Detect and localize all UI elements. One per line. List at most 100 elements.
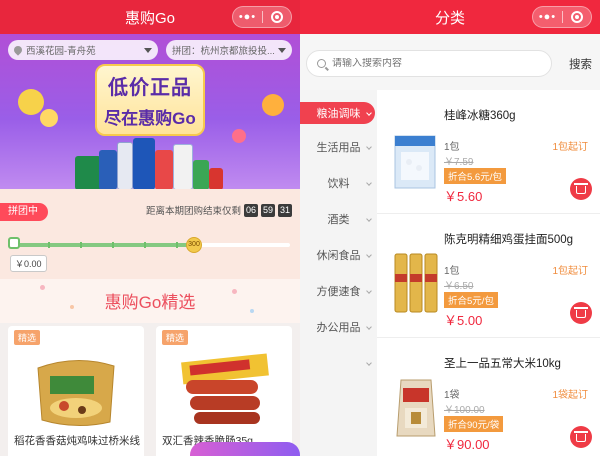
featured-tag: 精选: [162, 330, 189, 345]
group-selector[interactable]: 拼团：杭州京都旅投投...: [166, 40, 292, 60]
category-label: 办公用品: [316, 322, 361, 334]
home-screen: 惠购Go •●• 西溪花园-青舟苑 拼团：杭州京都旅投投... 低价正品 尽在惠…: [0, 0, 300, 456]
category-item[interactable]: 酒类: [300, 202, 377, 236]
discount-tag: 折合90元/袋: [444, 416, 504, 432]
category-sidebar: 粮油调味 生活用品 饮料 酒类 休闲食品 方便速食 办公用品: [300, 90, 377, 456]
category-titlebar: 分类 •●•: [300, 0, 600, 34]
category-label: 方便速食: [316, 286, 361, 298]
cart-icon: [574, 307, 588, 318]
chevron-down-icon: [366, 360, 372, 366]
search-button[interactable]: 搜索: [569, 56, 592, 72]
category-label: 生活用品: [316, 142, 361, 154]
miniprogram-capsule: •●•: [232, 6, 292, 28]
countdown: 距离本期团购结束仅剩 06 59 31: [146, 203, 292, 217]
group-buy-status: 拼团中 距离本期团购结束仅剩 06 59 31 300 ￥0.00: [0, 189, 300, 279]
app-root: 惠购Go •●• 西溪花园-青舟苑 拼团：杭州京都旅投投... 低价正品 尽在惠…: [0, 0, 600, 456]
discount-tag: 折合5元/包: [444, 292, 498, 308]
add-to-cart-button[interactable]: [570, 426, 592, 448]
category-item[interactable]: 方便速食: [300, 274, 377, 308]
balloon-decoration: [232, 129, 246, 143]
product-list: 桂峰冰糖360g 1包 1包起订 ￥7.59 折合5.6元/包 ￥5.60 陈克…: [377, 90, 600, 456]
featured-header: 惠购Go精选: [0, 279, 300, 323]
miniprogram-capsule: •●•: [532, 6, 592, 28]
current-amount: ￥0.00: [10, 255, 47, 272]
more-icon[interactable]: •●•: [533, 11, 562, 23]
banner-products-image: [75, 130, 225, 189]
category-item[interactable]: 休闲食品: [300, 238, 377, 272]
category-item[interactable]: [300, 346, 377, 380]
category-label: 饮料: [327, 178, 350, 190]
product-name: 桂峰冰糖360g: [444, 110, 516, 122]
section-title: 惠购Go精选: [104, 293, 196, 312]
current-price: ￥5.00: [444, 313, 483, 328]
chevron-down-icon: [366, 288, 372, 294]
search-input[interactable]: [332, 58, 532, 69]
product-card[interactable]: 精选 双汇香辣香脆肠35g: [156, 326, 292, 456]
page-title: 分类: [434, 9, 465, 27]
progress-target-marker: 300: [186, 237, 202, 253]
floating-action-button[interactable]: [190, 442, 300, 456]
current-price: ￥90.00: [444, 437, 490, 452]
category-item[interactable]: 生活用品: [300, 130, 377, 164]
chevron-down-icon: [144, 47, 152, 53]
product-item[interactable]: 陈克明精细鸡蛋挂面500g 1包 1包起订 ￥6.50 折合5元/包 ￥5.00: [377, 214, 600, 338]
category-item[interactable]: 办公用品: [300, 310, 377, 344]
sausage-pack-image: [168, 350, 280, 432]
promo-banner[interactable]: 西溪花园-青舟苑 拼团：杭州京都旅投投... 低价正品 尽在惠购Go: [0, 34, 300, 189]
category-label: 粮油调味: [316, 108, 361, 120]
add-to-cart-button[interactable]: [570, 302, 592, 324]
chevron-down-icon: [366, 180, 372, 186]
close-target-icon[interactable]: [563, 11, 591, 23]
group-progress-bar: [12, 242, 290, 248]
cart-icon: [574, 431, 588, 442]
search-bar: 搜索: [300, 34, 600, 90]
search-field[interactable]: [306, 50, 552, 77]
countdown-hours: 06: [243, 203, 258, 217]
original-price: ￥100.00: [444, 405, 485, 416]
product-unit: 1袋: [444, 390, 460, 401]
chevron-down-icon: [366, 216, 372, 222]
countdown-minutes: 59: [260, 203, 275, 217]
sugar-bag-image: [391, 122, 441, 192]
original-price: ￥7.59: [444, 157, 474, 168]
category-item[interactable]: 饮料: [300, 166, 377, 200]
search-icon: [317, 59, 326, 68]
featured-tag: 精选: [14, 330, 41, 345]
category-label: 酒类: [327, 214, 350, 226]
close-target-icon[interactable]: [263, 11, 291, 23]
chevron-down-icon: [366, 324, 372, 330]
current-price: ￥5.60: [444, 189, 483, 204]
status-badge: 拼团中: [0, 203, 48, 221]
progress-start-marker: [8, 237, 20, 249]
noodle-packs-image: [391, 246, 441, 316]
add-to-cart-button[interactable]: [570, 178, 592, 200]
chevron-down-icon: [366, 144, 372, 150]
discount-tag: 折合5.6元/包: [444, 168, 506, 184]
page-title: 惠购Go: [124, 9, 175, 27]
group-progress-fill: [12, 243, 192, 247]
balloon-decoration: [262, 94, 284, 116]
countdown-seconds: 31: [277, 203, 292, 217]
location-text: 西溪花园-青舟苑: [26, 46, 96, 57]
balloon-decoration: [40, 109, 58, 127]
category-item[interactable]: 粮油调味: [300, 96, 377, 130]
noodle-cup-image: [20, 350, 132, 432]
product-unit: 1包: [444, 266, 460, 277]
category-screen: 分类 •●• 搜索 粮油调味 生活用品: [300, 0, 600, 456]
more-icon[interactable]: •●•: [233, 11, 262, 23]
product-name: 稻花香香菇炖鸡味过桥米线: [14, 435, 140, 447]
banner-line-2: 尽在惠购Go: [104, 109, 196, 128]
product-item[interactable]: 桂峰冰糖360g 1包 1包起订 ￥7.59 折合5.6元/包 ￥5.60: [377, 90, 600, 214]
banner-line-1: 低价正品: [108, 77, 192, 99]
original-price: ￥6.50: [444, 281, 474, 292]
product-item[interactable]: 圣上一品五常大米10kg 1袋 1袋起订 ￥100.00 折合90元/袋 ￥90…: [377, 338, 600, 456]
product-card[interactable]: 精选 稻花香香菇炖鸡味过桥米线: [8, 326, 144, 456]
location-selector[interactable]: 西溪花园-青舟苑: [8, 40, 158, 60]
cart-icon: [574, 183, 588, 194]
location-pin-icon: [12, 44, 24, 56]
group-text: 拼团：杭州京都旅投投...: [172, 46, 275, 57]
category-label: 休闲食品: [316, 250, 361, 262]
balloon-decoration: [18, 89, 44, 115]
min-order: 1袋起订: [552, 390, 588, 401]
home-titlebar: 惠购Go •●•: [0, 0, 300, 34]
